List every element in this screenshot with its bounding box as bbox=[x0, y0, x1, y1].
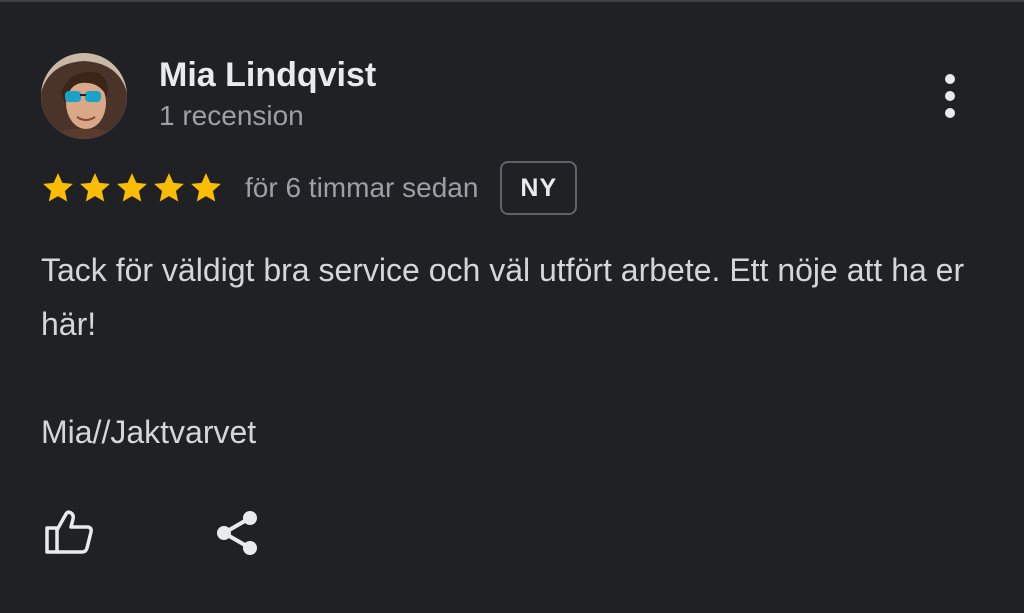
more-vert-icon-dot bbox=[945, 108, 955, 118]
share-icon bbox=[217, 511, 257, 555]
thumbs-up-icon bbox=[45, 510, 93, 554]
star-icon bbox=[154, 173, 184, 202]
review-text: Tack för väldigt bra service och väl utf… bbox=[41, 252, 965, 342]
new-badge: NY bbox=[500, 161, 578, 215]
avatar-photo bbox=[41, 53, 127, 139]
star-icon bbox=[80, 173, 110, 202]
star-rating bbox=[41, 171, 223, 205]
more-options-button[interactable] bbox=[930, 70, 970, 122]
star-icon bbox=[191, 173, 221, 202]
star-icon bbox=[43, 173, 73, 202]
review-card: Mia Lindqvist 1 recension för 6 timmar s… bbox=[0, 0, 1024, 613]
star-icon bbox=[117, 173, 147, 202]
review-signature: Mia//Jaktvarvet bbox=[41, 414, 257, 450]
review-time: för 6 timmar sedan bbox=[245, 172, 479, 203]
share-button[interactable] bbox=[214, 508, 260, 558]
author-review-count[interactable]: 1 recension bbox=[159, 100, 304, 132]
review-body: Tack för väldigt bra service och väl utf… bbox=[41, 243, 991, 459]
rating-row: för 6 timmar sedan NY bbox=[41, 160, 578, 216]
like-button[interactable] bbox=[44, 508, 96, 558]
more-vert-icon bbox=[945, 74, 955, 84]
more-vert-icon-dot bbox=[945, 91, 955, 101]
avatar[interactable] bbox=[41, 53, 127, 139]
author-name[interactable]: Mia Lindqvist bbox=[159, 56, 376, 95]
